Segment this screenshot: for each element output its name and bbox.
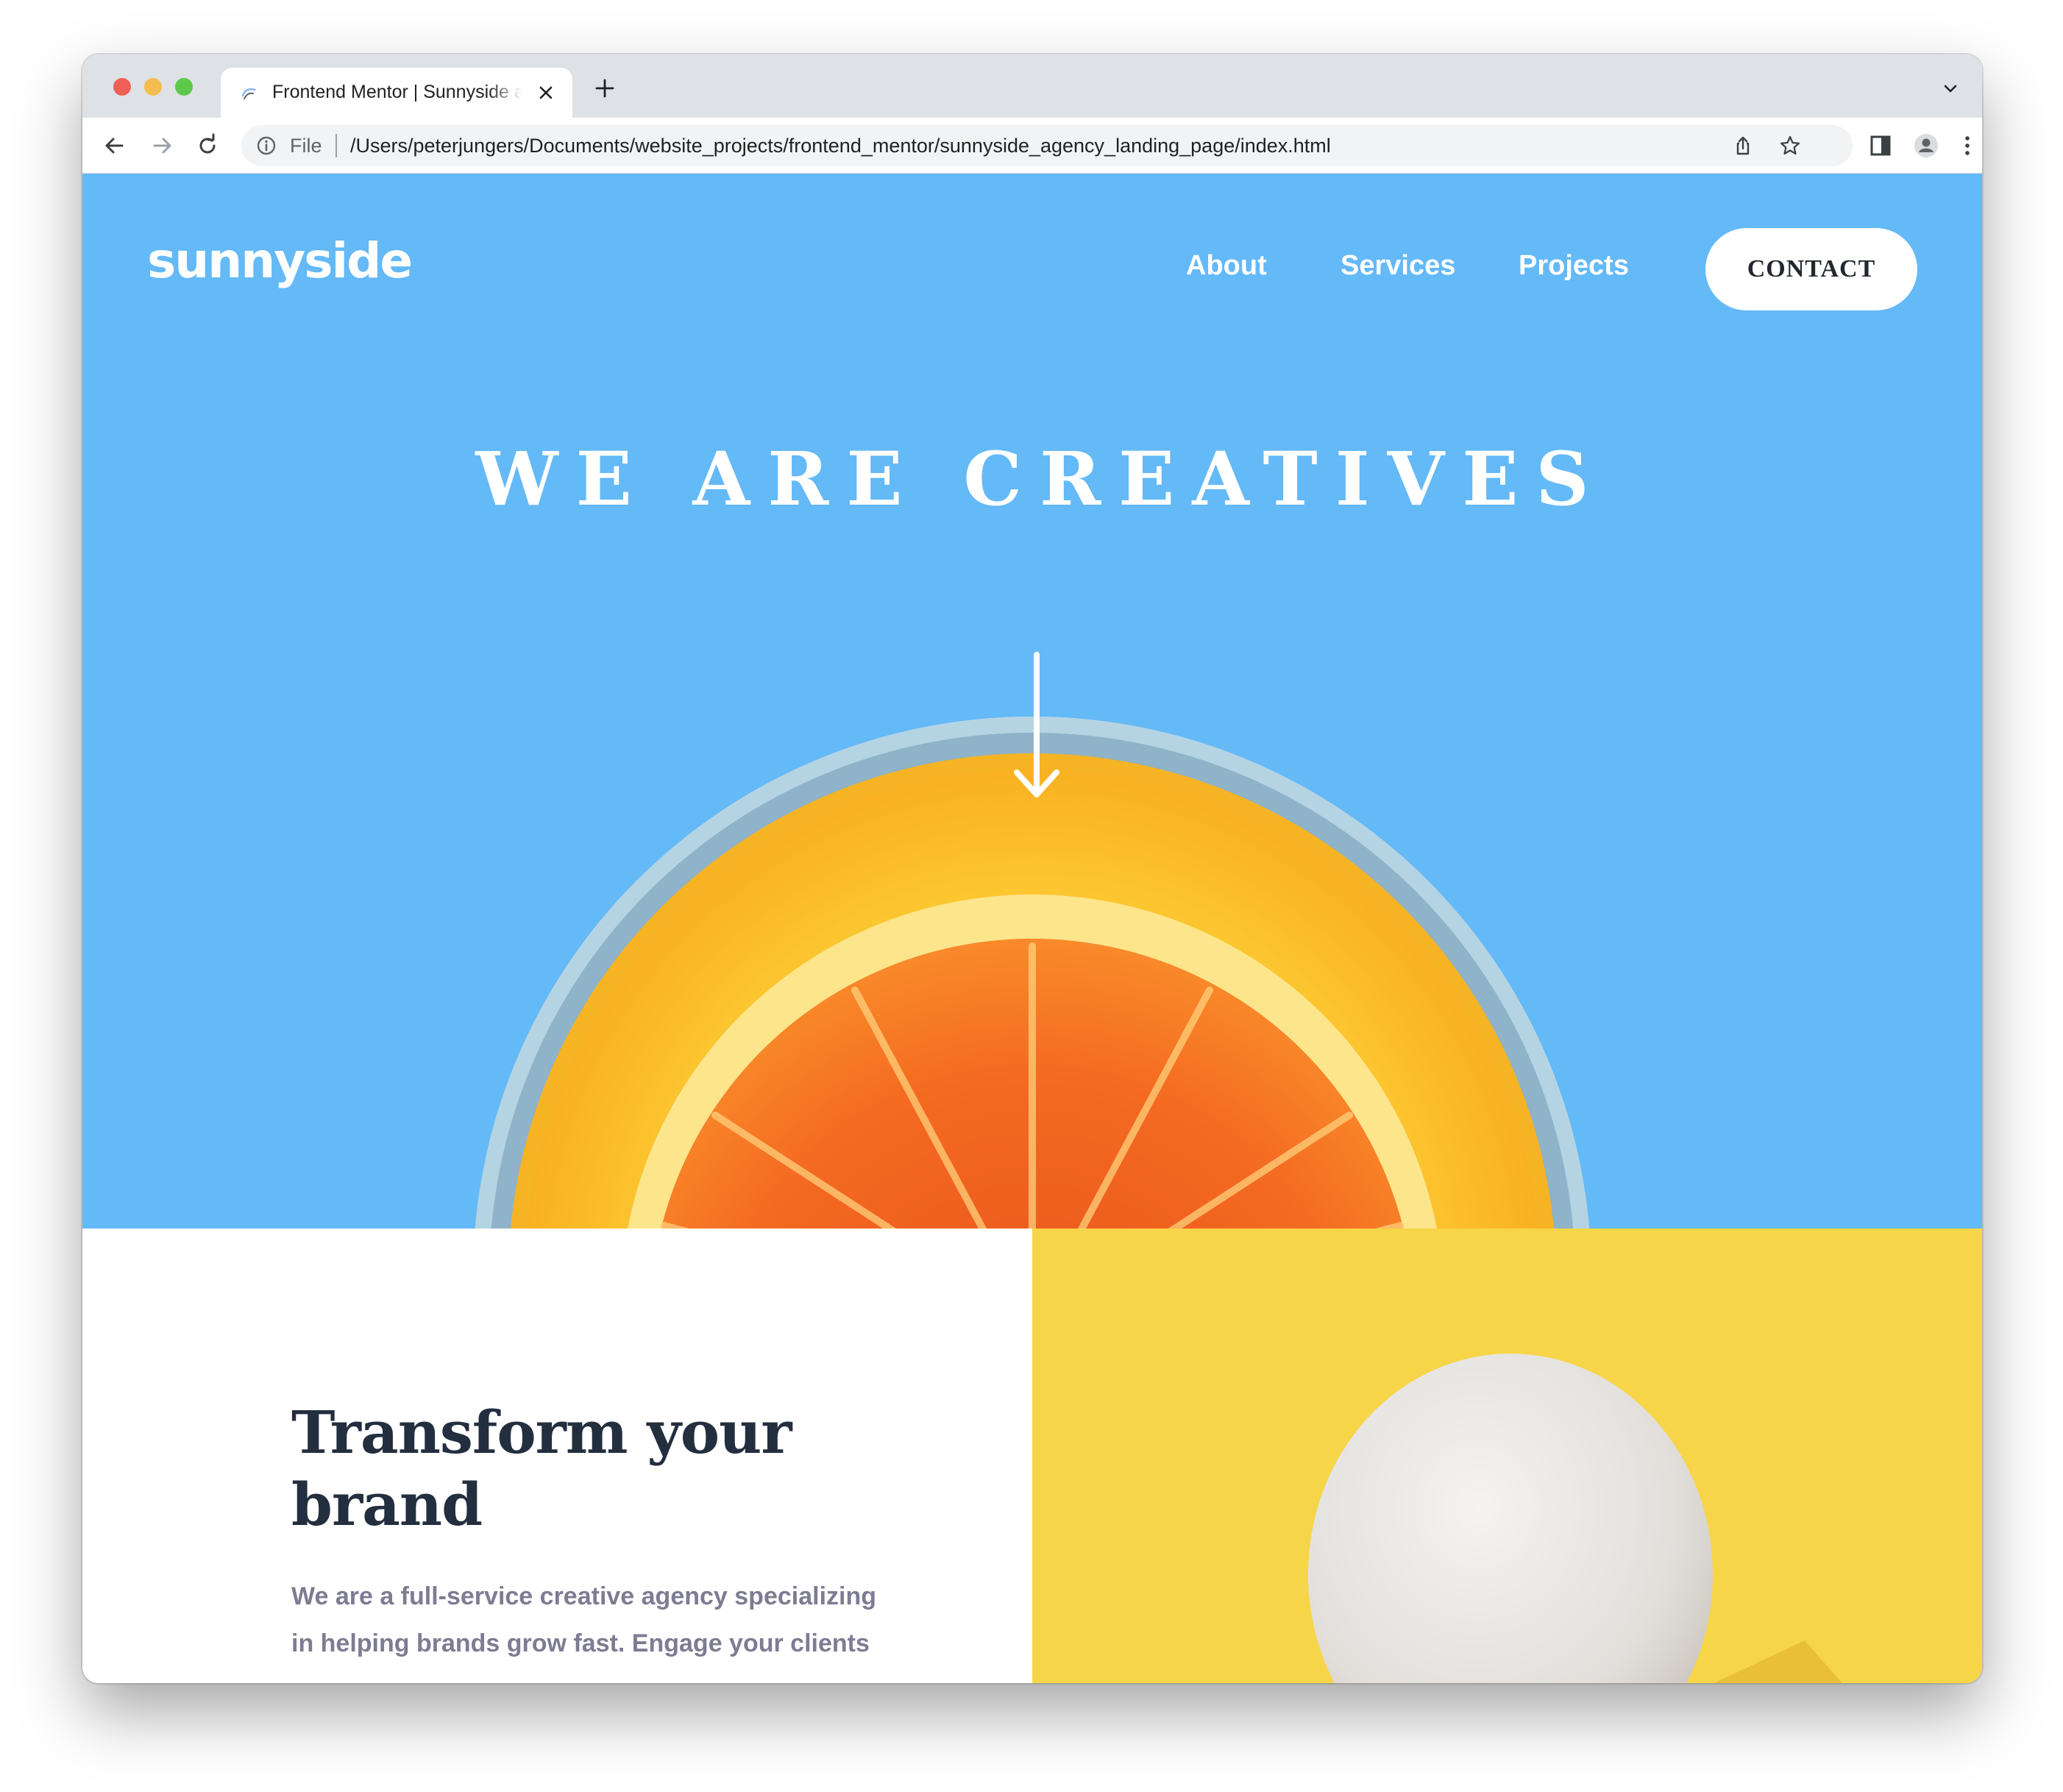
- nav-link-about[interactable]: About: [1186, 250, 1267, 282]
- arrow-down-icon[interactable]: [1011, 649, 1062, 803]
- back-icon[interactable]: [102, 132, 128, 159]
- forward-icon[interactable]: [149, 132, 175, 159]
- transform-section: Transform your brand We are a full-servi…: [82, 1229, 1032, 1683]
- info-icon[interactable]: [256, 135, 277, 156]
- plus-icon[interactable]: [593, 77, 617, 100]
- sidebar-icon[interactable]: [1867, 132, 1894, 159]
- contact-button[interactable]: CONTACT: [1705, 228, 1917, 310]
- url-separator: [335, 134, 337, 157]
- egg-image: [1308, 1354, 1842, 1683]
- close-icon[interactable]: [536, 82, 556, 103]
- minimize-window-button[interactable]: [144, 78, 162, 96]
- logo[interactable]: sunnyside: [147, 232, 413, 289]
- nav-link-services[interactable]: Services: [1341, 250, 1455, 282]
- share-icon[interactable]: [1732, 135, 1754, 157]
- section-title: Transform your brand: [291, 1398, 792, 1539]
- tab-title: Frontend Mentor | Sunnyside agency landi…: [272, 82, 522, 102]
- address-bar[interactable]: File /Users/peterjungers/Documents/websi…: [241, 125, 1853, 166]
- reload-icon[interactable]: [194, 132, 221, 159]
- chevron-down-icon[interactable]: [1941, 79, 1960, 99]
- browser-tab[interactable]: Frontend Mentor | Sunnyside agency landi…: [221, 68, 572, 118]
- browser-toolbar: File /Users/peterjungers/Documents/websi…: [82, 118, 1982, 174]
- star-icon[interactable]: [1779, 135, 1801, 157]
- nav-link-projects[interactable]: Projects: [1519, 250, 1629, 282]
- tab-bar: Frontend Mentor | Sunnyside agency landi…: [82, 54, 1982, 118]
- hero-section: sunnyside About Services Projects CONTAC…: [82, 174, 1982, 1229]
- hero-title: WE ARE CREATIVES: [475, 435, 1607, 522]
- page-viewport: sunnyside About Services Projects CONTAC…: [82, 174, 1982, 1683]
- egg-image-panel: [1032, 1229, 1982, 1683]
- zoom-window-button[interactable]: [175, 78, 193, 96]
- url-scheme: File: [290, 135, 322, 157]
- close-window-button[interactable]: [113, 78, 131, 96]
- favicon-icon: [241, 88, 256, 99]
- more-icon[interactable]: [1954, 132, 1981, 159]
- url-text[interactable]: /Users/peterjungers/Documents/website_pr…: [350, 135, 1331, 157]
- profile-icon[interactable]: [1913, 132, 1939, 159]
- section-body: We are a full-service creative agency sp…: [291, 1582, 876, 1657]
- browser-window: Frontend Mentor | Sunnyside agency landi…: [82, 54, 1982, 1683]
